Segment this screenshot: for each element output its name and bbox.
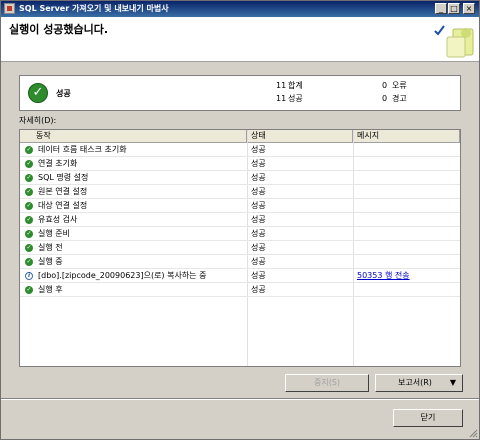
table-row[interactable]: ✓ SQL 명령 설정 성공 [20, 171, 460, 185]
message-cell [357, 255, 457, 269]
action-cell: 실행 준비 [38, 229, 70, 238]
total-label: 합계 [288, 81, 303, 90]
details-label: 자세히(D): [19, 116, 57, 125]
table-row[interactable]: ✓ 실행 준비 성공 [20, 227, 460, 241]
table-row[interactable]: i [dbo].[zipcode_20090623]으(로) 복사하는 중 성공 50… [20, 269, 460, 283]
error-count: 0 [382, 81, 388, 90]
success-check-icon: ✓ [25, 244, 33, 252]
summary-panel: ✓ 성공 11 합계 11 성공 0 오류 0 경고 [19, 75, 461, 111]
wizard-graphic-icon [434, 25, 474, 58]
total-count: 11 [276, 81, 287, 90]
status-cell: 성공 [251, 187, 266, 196]
success-check-icon: ✓ [25, 230, 33, 238]
column-header-action[interactable]: 동작 [20, 130, 247, 142]
success-check-icon: ✓ [25, 188, 33, 196]
action-cell: 연결 초기화 [38, 159, 78, 168]
table-row[interactable]: ✓ 데이터 흐름 태스크 초기화 성공 [20, 143, 460, 157]
button-separator [1, 398, 479, 400]
message-cell [357, 157, 457, 171]
success-check-icon: ✓ [25, 202, 33, 210]
action-cell: 데이터 흐름 태스크 초기화 [38, 145, 127, 154]
table-row[interactable]: ✓ 실행 중 성공 [20, 255, 460, 269]
status-cell: 성공 [251, 159, 266, 168]
success-check-icon: ✓ [25, 286, 33, 294]
action-cell: 원본 연결 설정 [38, 187, 88, 196]
close-window-button[interactable]: × [463, 3, 475, 14]
page-title: 실행이 성공했습니다. [9, 23, 109, 36]
wizard-window: SQL Server 가져오기 및 내보내기 마법사 _ □ × 실행이 성공했… [0, 0, 480, 440]
table-row[interactable]: ✓ 연결 초기화 성공 [20, 157, 460, 171]
status-cell: 성공 [251, 215, 266, 224]
message-link[interactable]: 50353 행 전송 [357, 269, 457, 283]
message-cell [357, 143, 457, 157]
resize-grip-icon[interactable] [468, 428, 478, 438]
column-header-message[interactable]: 메시지 [353, 130, 460, 142]
warning-count: 0 [382, 94, 388, 103]
window-title: SQL Server 가져오기 및 내보내기 마법사 [19, 4, 169, 13]
table-row[interactable]: ✓ 실행 후 성공 [20, 283, 460, 297]
warning-label: 경고 [392, 94, 407, 103]
status-cell: 성공 [251, 285, 266, 294]
message-cell [357, 185, 457, 199]
dropdown-arrow-icon[interactable]: ▼ [450, 375, 456, 391]
action-cell: 실행 후 [38, 285, 63, 294]
message-cell [357, 171, 457, 185]
status-cell: 성공 [251, 229, 266, 238]
action-cell: 유효성 검사 [38, 215, 78, 224]
summary-status: 성공 [56, 89, 71, 98]
success-check-icon: ✓ [25, 174, 33, 182]
minimize-button[interactable]: _ [435, 3, 447, 14]
maximize-button[interactable]: □ [448, 3, 460, 14]
success-check-icon: ✓ [25, 258, 33, 266]
status-cell: 성공 [251, 145, 266, 154]
success-check-icon: ✓ [28, 83, 48, 103]
status-cell: 성공 [251, 257, 266, 266]
info-icon: i [25, 272, 33, 280]
message-cell [357, 199, 457, 213]
title-bar[interactable]: SQL Server 가져오기 및 내보내기 마법사 _ □ × [1, 1, 479, 17]
success-label: 성공 [288, 94, 303, 103]
action-cell: SQL 명령 설정 [38, 173, 89, 182]
status-cell: 성공 [251, 201, 266, 210]
stop-button[interactable]: 중지(S) [285, 374, 369, 392]
details-table[interactable]: 동작 상태 메시지 ✓ 데이터 흐름 태스크 초기화 성공 ✓ 연결 초기화 성공 ✓ SQL… [19, 129, 461, 367]
message-cell [357, 241, 457, 255]
message-cell [357, 227, 457, 241]
report-button[interactable]: 보고서(R) ▼ [375, 374, 463, 392]
table-row[interactable]: ✓ 원본 연결 설정 성공 [20, 185, 460, 199]
action-cell: [dbo].[zipcode_20090623]으(로) 복사하는 중 [38, 271, 207, 280]
table-row[interactable]: ✓ 유효성 검사 성공 [20, 213, 460, 227]
success-check-icon: ✓ [25, 160, 33, 168]
message-cell [357, 213, 457, 227]
error-label: 오류 [392, 81, 407, 90]
table-header: 동작 상태 메시지 [20, 130, 460, 143]
status-cell: 성공 [251, 243, 266, 252]
report-button-label: 보고서(R) [398, 378, 432, 387]
success-check-icon: ✓ [25, 146, 33, 154]
success-check-icon: ✓ [25, 216, 33, 224]
status-cell: 성공 [251, 271, 266, 280]
column-header-status[interactable]: 상태 [247, 130, 353, 142]
table-row[interactable]: ✓ 실행 전 성공 [20, 241, 460, 255]
header-panel: 실행이 성공했습니다. [1, 17, 479, 62]
success-count: 11 [276, 94, 287, 103]
message-cell [357, 283, 457, 297]
close-button[interactable]: 닫기 [393, 409, 463, 427]
table-row[interactable]: ✓ 대상 연결 설정 성공 [20, 199, 460, 213]
action-cell: 실행 중 [38, 257, 63, 266]
action-cell: 실행 전 [38, 243, 63, 252]
app-icon [4, 3, 15, 14]
status-cell: 성공 [251, 173, 266, 182]
action-cell: 대상 연결 설정 [38, 201, 88, 210]
